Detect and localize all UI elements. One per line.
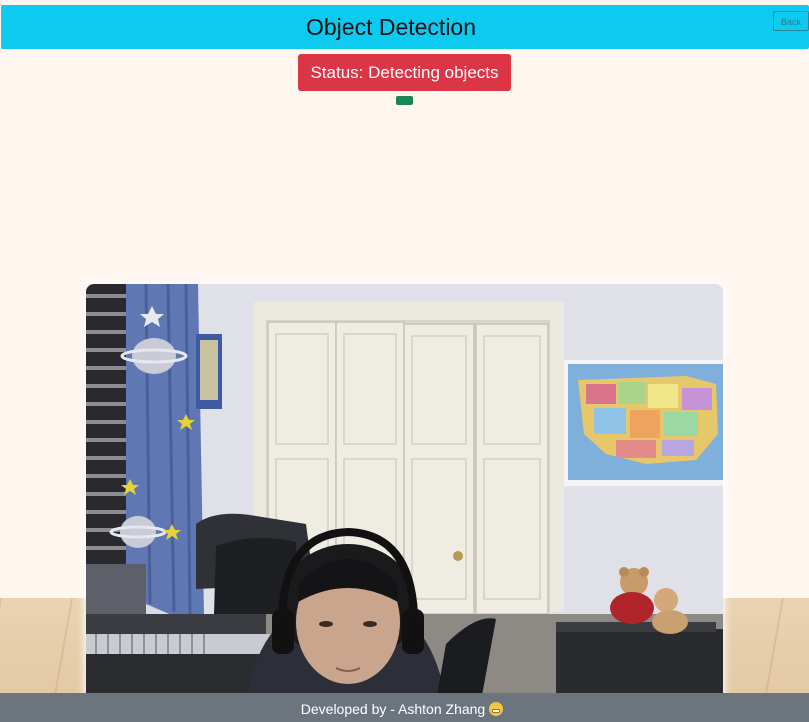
back-button[interactable]: Back: [773, 11, 809, 31]
webcam-image: [86, 284, 723, 701]
detection-indicator: [396, 96, 413, 105]
footer-credit: Developed by - Ashton Zhang: [0, 699, 809, 719]
footer-credit-text: Developed by - Ashton Zhang: [300, 701, 486, 717]
status-badge: Status: Detecting objects: [298, 54, 511, 91]
webcam-feed: [86, 284, 723, 701]
footer: Developed by - Ashton Zhang: [0, 693, 809, 722]
header-bar: Object Detection Back: [1, 5, 809, 49]
page: Object Detection Back Status: Detecting …: [0, 0, 809, 722]
page-title: Object Detection: [305, 14, 477, 40]
grinning-face-icon: [489, 702, 504, 716]
